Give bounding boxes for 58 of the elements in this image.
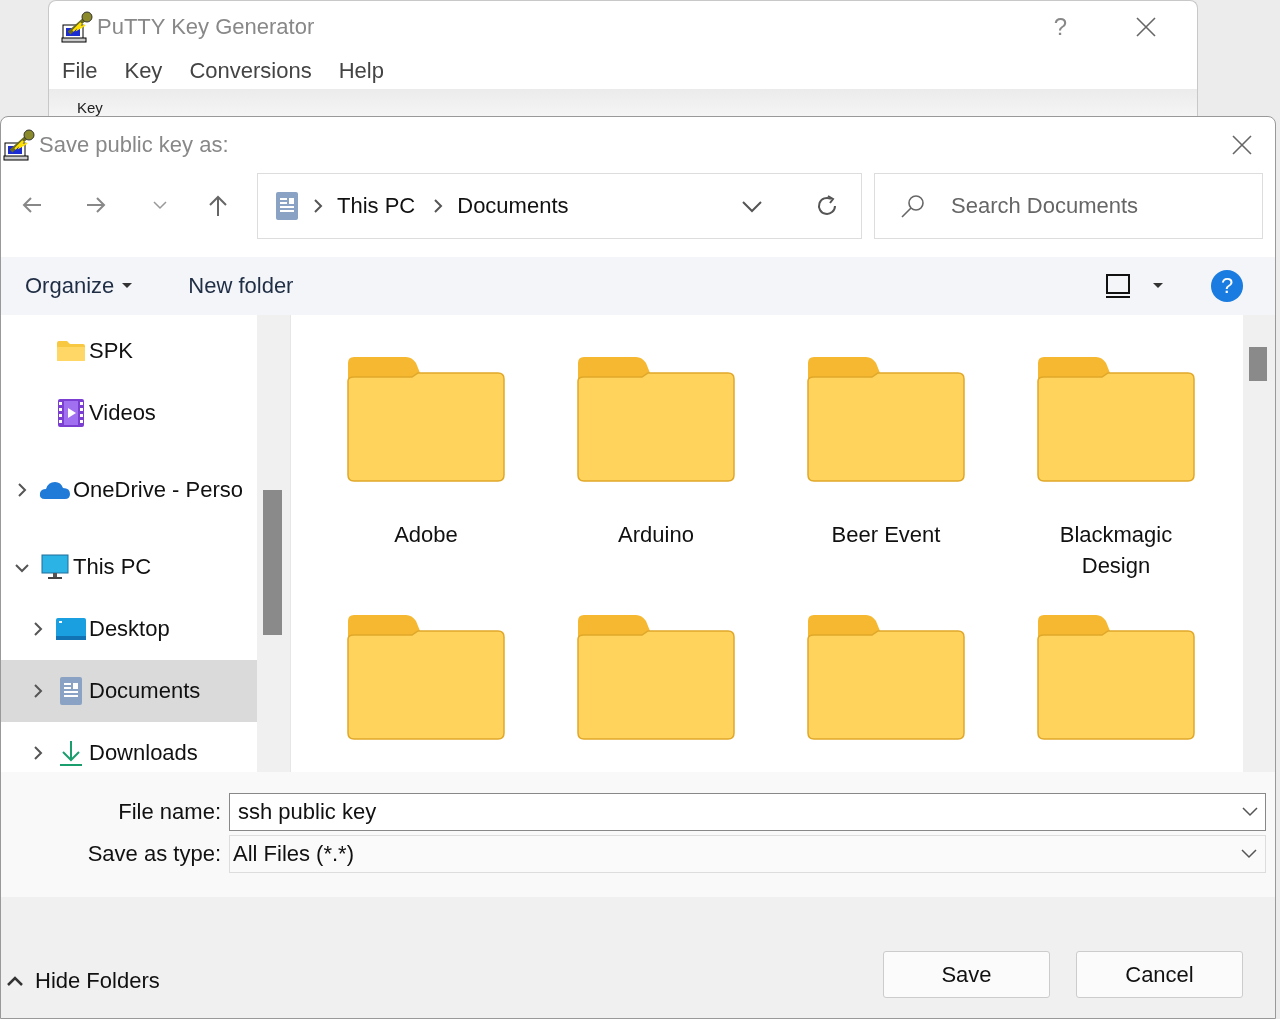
sidebar-item[interactable]: Videos bbox=[1, 382, 257, 444]
breadcrumb[interactable]: This PC bbox=[337, 193, 416, 219]
chevron-icon[interactable] bbox=[1242, 807, 1258, 817]
up-icon[interactable] bbox=[207, 194, 229, 218]
folder-name[interactable]: Beer Event bbox=[806, 519, 966, 550]
sidebar-item[interactable]: Documents bbox=[1, 660, 257, 722]
help-button[interactable]: ? bbox=[1053, 13, 1067, 41]
document-icon bbox=[59, 676, 83, 706]
caret-icon bbox=[122, 283, 133, 289]
new-folder-button[interactable]: New folder bbox=[188, 273, 294, 299]
sidebar-item[interactable]: This PC bbox=[1, 536, 257, 598]
menu-item[interactable]: Key bbox=[124, 58, 163, 84]
monitor-icon bbox=[41, 553, 69, 581]
chevron-icon bbox=[1241, 849, 1257, 859]
organize-button[interactable]: Organize bbox=[25, 273, 133, 299]
refresh-icon[interactable] bbox=[815, 194, 839, 218]
help-button[interactable]: ? bbox=[1211, 270, 1243, 302]
scrollbar-track[interactable] bbox=[257, 315, 291, 772]
scrollbar-thumb[interactable] bbox=[263, 490, 282, 635]
caret-icon bbox=[7, 976, 23, 986]
search-field[interactable]: Search Documents bbox=[874, 173, 1263, 239]
sidebar-item[interactable]: SPK bbox=[1, 320, 257, 382]
window-title: PuTTY Key Generator bbox=[97, 14, 315, 40]
menu-item[interactable]: File bbox=[62, 58, 98, 84]
video-icon bbox=[57, 398, 85, 428]
cancel-button[interactable]: Cancel bbox=[1076, 951, 1243, 998]
close-button[interactable] bbox=[1231, 134, 1253, 156]
sidebar-item[interactable]: Desktop bbox=[1, 598, 257, 660]
save-type-dropdown[interactable]: All Files (*.*) bbox=[229, 835, 1266, 873]
field-label: File name: bbox=[117, 799, 221, 825]
scrollbar-track[interactable] bbox=[1243, 315, 1275, 772]
menu-item[interactable]: Conversions bbox=[189, 58, 312, 84]
field-label: Save as type: bbox=[86, 841, 221, 867]
group-label: Key bbox=[77, 100, 103, 116]
folder-name[interactable]: Adobe bbox=[346, 519, 506, 550]
putty-icon bbox=[61, 11, 93, 43]
search-icon bbox=[900, 193, 926, 219]
close-button[interactable] bbox=[1135, 16, 1157, 38]
window-title: Save public key as: bbox=[39, 132, 229, 158]
folder-icon bbox=[56, 340, 86, 362]
cloud-icon bbox=[39, 480, 71, 500]
save-button[interactable]: Save bbox=[883, 951, 1050, 998]
document-icon bbox=[275, 191, 299, 221]
folder-name[interactable]: Blackmagic Design bbox=[1036, 519, 1196, 581]
sidebar-item[interactable]: OneDrive - Perso bbox=[1, 459, 257, 521]
file-name-field[interactable]: ssh public key bbox=[229, 793, 1266, 831]
menu-item[interactable]: Help bbox=[338, 58, 384, 84]
breadcrumb[interactable]: Documents bbox=[457, 193, 569, 219]
putty-icon bbox=[3, 129, 35, 161]
hide-folders-button[interactable]: Hide Folders bbox=[7, 968, 160, 994]
download-icon bbox=[58, 739, 84, 767]
address-bar[interactable]: This PC Documents bbox=[257, 173, 862, 239]
scrollbar-thumb[interactable] bbox=[1249, 347, 1267, 381]
view-icon[interactable] bbox=[1105, 273, 1131, 299]
caret-icon[interactable] bbox=[1153, 283, 1163, 289]
sidebar-item[interactable]: Downloads bbox=[1, 722, 257, 772]
desktop-icon bbox=[55, 616, 87, 642]
folder-name[interactable]: Arduino bbox=[576, 519, 736, 550]
